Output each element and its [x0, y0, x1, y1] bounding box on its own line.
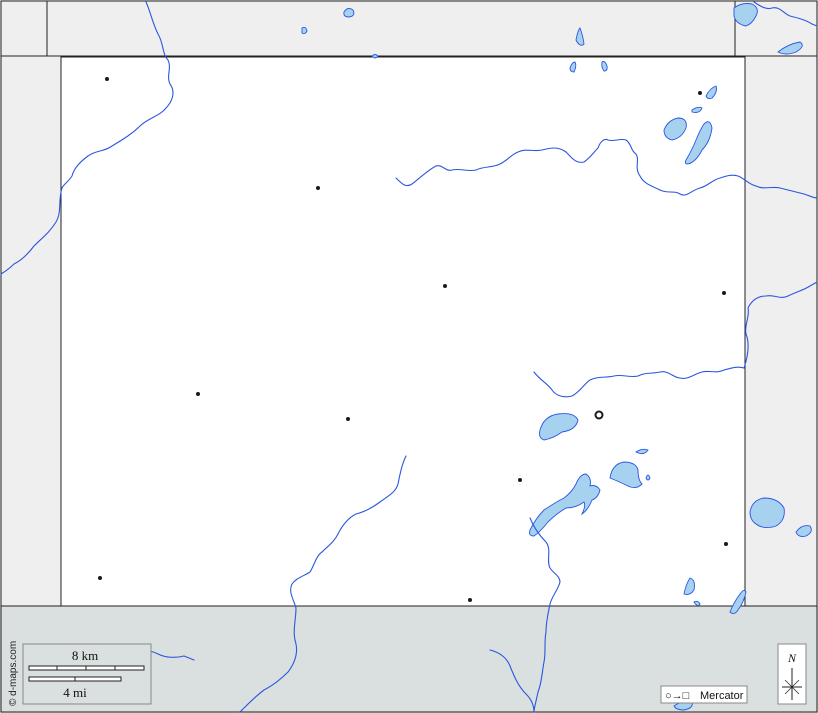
focus-region — [61, 57, 745, 606]
lake — [371, 54, 379, 59]
city-marker — [722, 291, 726, 295]
city-marker — [443, 284, 447, 288]
scale-mi-label: 4 mi — [63, 685, 87, 700]
city-marker — [105, 77, 109, 81]
city-marker — [196, 392, 200, 396]
north-label: N — [787, 651, 797, 665]
city-marker — [316, 186, 320, 190]
lake — [645, 474, 651, 481]
lake — [749, 497, 785, 529]
scale-bar: 8 km 4 mi — [22, 643, 152, 705]
projection-glyph: ○→□ — [665, 690, 690, 702]
city-marker — [468, 598, 472, 602]
north-arrow: N — [777, 643, 807, 705]
city-marker — [518, 478, 522, 482]
lake — [301, 26, 308, 35]
city-marker — [98, 576, 102, 580]
city-marker — [724, 542, 728, 546]
projection-box: ○→□ Mercator — [660, 685, 748, 704]
lake — [343, 7, 355, 18]
map-canvas: 8 km 4 mi © d-maps.com ○→□ Mercator N — [0, 0, 818, 713]
copyright-text: © d-maps.com — [8, 641, 19, 706]
city-marker — [698, 91, 702, 95]
city-marker — [346, 417, 350, 421]
projection-label: Mercator — [700, 690, 744, 702]
map-frame: 8 km 4 mi © d-maps.com ○→□ Mercator N — [0, 0, 818, 713]
scale-km-label: 8 km — [72, 648, 98, 663]
